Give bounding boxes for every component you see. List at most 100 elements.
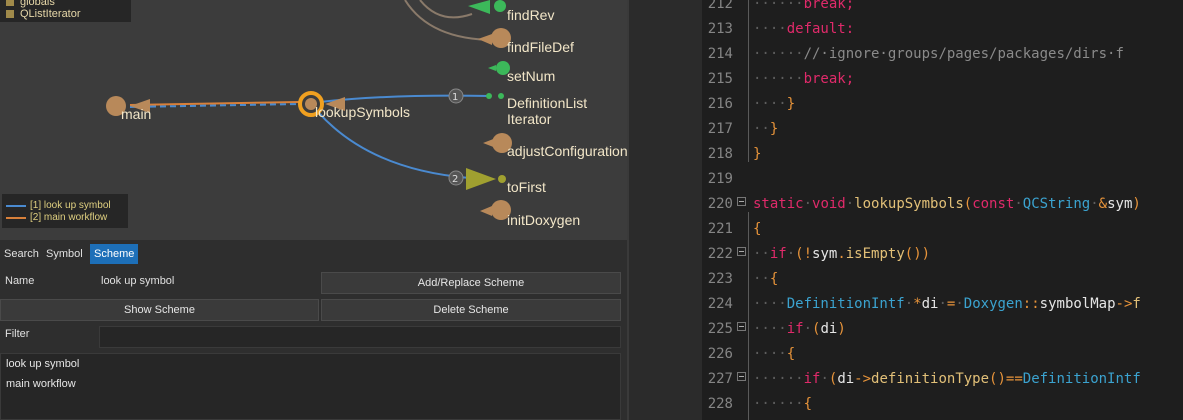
code-token: ······ — [753, 371, 804, 387]
code-token: isEmpty — [845, 246, 905, 262]
panel-splitter[interactable] — [627, 0, 702, 420]
code-token: ······ — [753, 71, 804, 87]
scheme-legend-line — [6, 205, 26, 207]
code-token: ·· — [753, 271, 770, 287]
code-token: · — [1014, 196, 1023, 212]
node-label-main[interactable]: main — [121, 106, 151, 122]
code-token: ···· — [753, 21, 787, 37]
code-token: -> — [1115, 296, 1133, 312]
node-label-findRev[interactable]: findRev — [507, 7, 554, 23]
code-token: if — [786, 321, 804, 337]
line-number: 213 — [707, 21, 733, 37]
scheme-name-field[interactable]: look up symbol — [97, 271, 319, 293]
code-line[interactable]: ····DefinitionIntf·*di·=·Doxygen::symbol… — [753, 292, 1141, 317]
line-number: 215 — [707, 71, 733, 87]
node-toFirst[interactable] — [466, 168, 506, 190]
code-token: DefinitionIntf — [786, 296, 905, 312]
code-token: · — [904, 296, 914, 312]
fold-marker[interactable] — [737, 372, 746, 381]
scheme-list-item[interactable]: main workflow — [6, 378, 76, 390]
code-token: if — [769, 246, 787, 262]
show-scheme-button[interactable]: Show Scheme — [0, 299, 319, 321]
legend-label: globals — [20, 0, 55, 8]
delete-scheme-button[interactable]: Delete Scheme — [321, 299, 621, 321]
code-token: const — [972, 196, 1015, 212]
node-label-findFileDef[interactable]: findFileDef — [507, 39, 574, 55]
code-line[interactable]: ······if·(di->definitionType()==Definiti… — [753, 367, 1141, 392]
line-number: 217 — [707, 121, 733, 137]
code-token: -> — [854, 371, 872, 387]
code-token: { — [769, 271, 779, 287]
code-line[interactable]: ····if·(di) — [753, 317, 846, 342]
code-token: · — [803, 196, 813, 212]
code-token: default: — [786, 21, 855, 37]
call-graph-view[interactable]: 1 2 globals QListIterator main lookupSym… — [0, 0, 627, 240]
line-number: 223 — [707, 271, 733, 287]
code-token: void — [812, 196, 846, 212]
code-editor[interactable]: 212 213 214 215 216 217 218 219 220 221 222 223 224 2… — [702, 0, 1183, 420]
line-number: 218 — [707, 146, 733, 162]
node-label-setNum[interactable]: setNum — [507, 68, 555, 84]
node-definitionList[interactable] — [486, 93, 504, 99]
code-line[interactable]: ······//·ignore·groups/pages/packages/di… — [753, 42, 1124, 67]
node-findRev[interactable] — [468, 0, 506, 14]
node-label-initDoxygen[interactable]: initDoxygen — [507, 212, 580, 228]
node-label-lookupSymbols[interactable]: lookupSymbols — [315, 104, 410, 120]
node-label-adjustConfiguration[interactable]: adjustConfiguration — [507, 143, 627, 159]
add-replace-scheme-button[interactable]: Add/Replace Scheme — [321, 272, 621, 294]
code-token: · — [786, 246, 796, 262]
code-token: ()) — [904, 246, 931, 262]
scheme-list[interactable]: look up symbol main workflow — [0, 353, 621, 420]
tab-symbol[interactable]: Symbol — [42, 244, 87, 264]
code-token: · — [938, 296, 947, 312]
code-token: break; — [803, 71, 855, 87]
fold-marker[interactable] — [737, 197, 746, 206]
code-line[interactable]: ··} — [753, 117, 778, 142]
node-label-definitionList-1[interactable]: DefinitionList — [507, 95, 587, 111]
code-line[interactable]: ····{ — [753, 342, 795, 367]
splitter-line — [627, 0, 629, 420]
line-number: 222 — [707, 246, 733, 262]
legend-swatch — [6, 0, 14, 6]
code-line[interactable]: ··if·(!sym.isEmpty()) — [753, 242, 930, 267]
code-token: } — [769, 121, 779, 137]
code-token: { — [803, 396, 813, 412]
node-label-toFirst[interactable]: toFirst — [507, 179, 546, 195]
code-token: ······ — [753, 0, 804, 12]
code-token: ···· — [753, 296, 787, 312]
code-token: symbolMap — [1039, 296, 1116, 312]
line-number: 216 — [707, 96, 733, 112]
code-line[interactable]: static·void·lookupSymbols(const·QCString… — [753, 192, 1141, 217]
code-token: ()== — [989, 371, 1023, 387]
scheme-list-item[interactable]: look up symbol — [6, 358, 79, 370]
node-label-definitionList-2[interactable]: Iterator — [507, 111, 551, 127]
code-token: f — [1132, 296, 1141, 312]
scheme-legend-label: [2] main workflow — [30, 212, 108, 223]
code-line[interactable]: ······break; — [753, 67, 854, 92]
code-line[interactable]: ··{ — [753, 267, 778, 292]
code-token: static — [753, 196, 804, 212]
indent-guide — [748, 212, 749, 420]
code-token: ···· — [753, 96, 787, 112]
code-line[interactable]: ······{ — [753, 392, 812, 417]
code-token: · — [820, 371, 829, 387]
code-line[interactable]: ······break; — [753, 0, 854, 17]
code-token: Doxygen — [963, 296, 1023, 312]
edge-lookup-to-tofirst — [317, 111, 471, 179]
code-line[interactable]: ····default: — [753, 17, 854, 42]
code-line[interactable]: } — [753, 142, 761, 167]
tab-search[interactable]: Search — [0, 244, 43, 264]
line-number: 212 — [707, 0, 733, 12]
fold-marker[interactable] — [737, 322, 746, 331]
code-token: ) — [837, 321, 846, 337]
code-token: di — [837, 371, 855, 387]
edge-badge-2-text: 2 — [452, 174, 458, 185]
filter-input[interactable] — [99, 326, 621, 348]
code-token: ) — [1132, 196, 1141, 212]
fold-marker[interactable] — [737, 247, 746, 256]
tab-scheme[interactable]: Scheme — [90, 244, 139, 264]
code-line[interactable]: { — [753, 217, 761, 242]
code-token: } — [753, 146, 762, 162]
code-line[interactable]: ····} — [753, 92, 795, 117]
edge-to-findRev — [419, 0, 473, 19]
